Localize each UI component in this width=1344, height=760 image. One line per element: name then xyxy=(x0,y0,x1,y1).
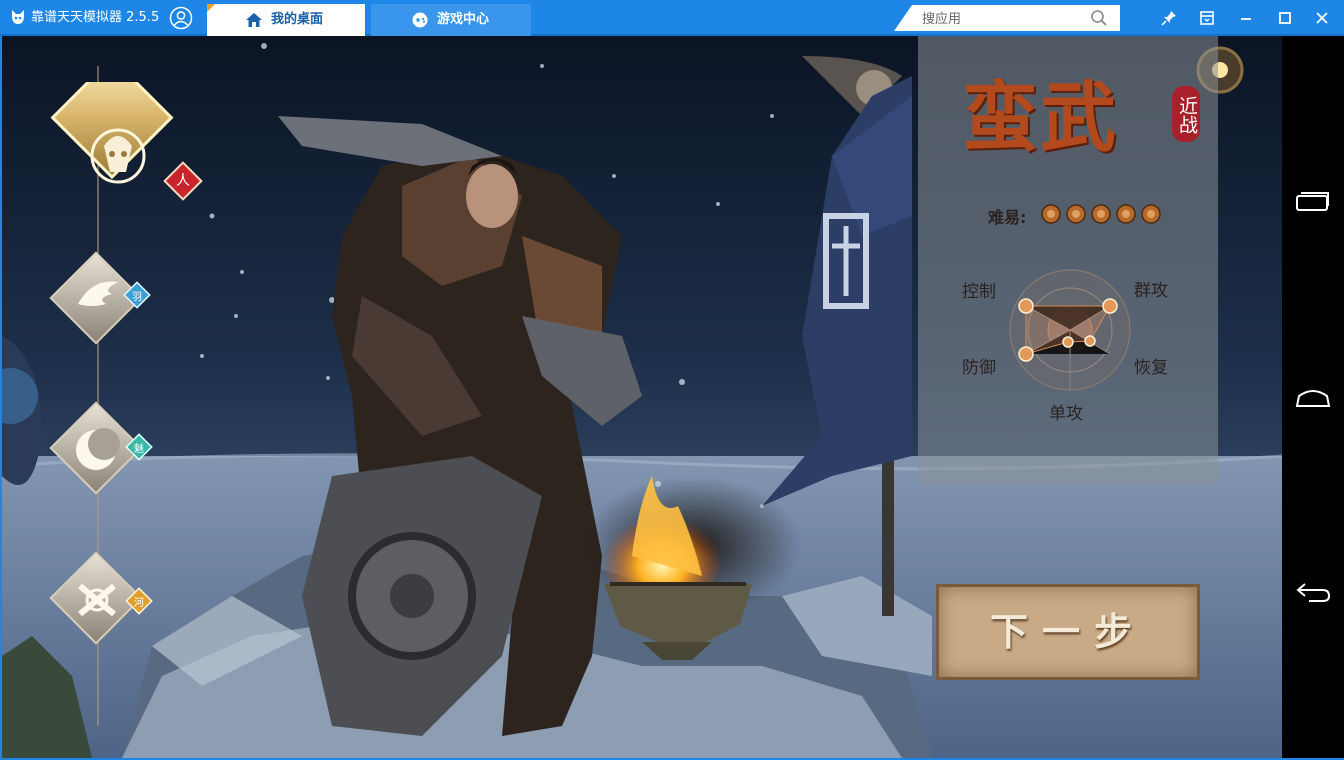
difficulty-dot-core xyxy=(1047,210,1055,218)
radar-label-single-target: 单攻 xyxy=(1049,404,1083,424)
radar-label-control: 控制 xyxy=(962,282,996,302)
class-badge-label: 人 xyxy=(176,173,190,189)
home-icon[interactable] xyxy=(1295,386,1331,410)
class-badge-label: 羽 xyxy=(132,292,142,303)
window-left-border xyxy=(0,36,2,760)
tab-game-center[interactable]: 游戏中心 xyxy=(371,4,531,36)
android-nav-bar xyxy=(1282,36,1344,760)
tab-my-desktop[interactable]: 我的桌面 xyxy=(207,4,365,36)
difficulty-label: 难易: xyxy=(988,208,1027,227)
emulator-title-bar: 靠谱天天模拟器 2.5.5 我的桌面 游戏中心 xyxy=(0,0,1344,36)
minimize-icon[interactable] xyxy=(1236,8,1256,28)
tab-label: 游戏中心 xyxy=(437,12,490,27)
maximize-icon[interactable] xyxy=(1275,8,1295,28)
recent-apps-icon[interactable] xyxy=(1295,190,1331,214)
back-icon[interactable] xyxy=(1295,580,1331,604)
class-option-2[interactable]: 羽 xyxy=(42,248,168,348)
attribute-radar-chart xyxy=(1009,269,1131,391)
difficulty-rating xyxy=(1041,204,1161,224)
class-badge-label: 魅 xyxy=(134,444,144,455)
radar-label-defense: 防御 xyxy=(962,358,996,378)
class-name-title: 蛮武 xyxy=(962,73,1118,162)
search-icon[interactable] xyxy=(1090,9,1108,27)
app-search-box[interactable] xyxy=(894,5,1120,31)
difficulty-dot-core xyxy=(1097,210,1105,218)
pin-icon[interactable] xyxy=(1159,8,1179,28)
tab-label: 我的桌面 xyxy=(271,12,324,27)
app-title: 靠谱天天模拟器 2.5.5 xyxy=(31,10,160,25)
class-option-4[interactable]: 河 xyxy=(42,548,168,648)
user-account-icon[interactable] xyxy=(169,6,193,30)
difficulty-dot-core xyxy=(1072,210,1080,218)
class-option-1[interactable]: 人 xyxy=(48,56,208,212)
radar-label-aoe: 群攻 xyxy=(1134,281,1168,301)
close-icon[interactable] xyxy=(1312,8,1332,28)
next-step-button[interactable]: 下一步 xyxy=(936,584,1200,680)
game-controller-icon xyxy=(412,12,428,28)
class-option-3[interactable]: 魅 xyxy=(42,398,168,498)
radar-label-recovery: 恢复 xyxy=(1134,358,1168,378)
search-input[interactable] xyxy=(920,8,1084,30)
minimize-to-tray-icon[interactable] xyxy=(1197,8,1217,28)
next-step-label: 下一步 xyxy=(989,609,1146,654)
home-icon xyxy=(246,13,262,27)
class-type-tag: 近战 xyxy=(1172,86,1200,142)
app-logo-icon xyxy=(12,10,24,24)
difficulty-dot-core xyxy=(1147,210,1155,218)
difficulty-dot-core xyxy=(1122,210,1130,218)
class-badge-label: 河 xyxy=(134,598,144,609)
